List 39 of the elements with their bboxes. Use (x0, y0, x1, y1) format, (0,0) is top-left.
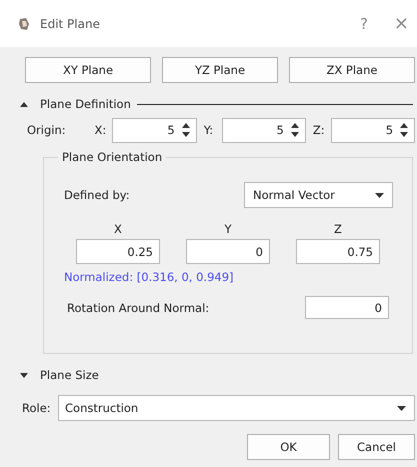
expand-arrow-icon[interactable] (19, 372, 29, 378)
field-label: Role: (22, 401, 52, 415)
spinner-arrows-icon (400, 122, 408, 138)
field-label: Defined by: (64, 188, 130, 202)
number-field[interactable]: 5 (112, 118, 197, 142)
dropdown-arrow-icon (397, 406, 406, 410)
number-field[interactable]: 5 (330, 118, 416, 142)
field-label: Origin: (27, 123, 67, 137)
field-label: Z: (312, 123, 326, 137)
spinner-arrows-icon (182, 122, 190, 138)
defined-by-dropdown[interactable]: Normal Vector (244, 182, 393, 208)
spinner-arrows-icon (290, 122, 299, 138)
field-label: Z (333, 222, 343, 238)
help-button[interactable]: ? (360, 14, 368, 32)
ok-button[interactable]: OK (247, 434, 330, 460)
field-label: Y: (202, 123, 214, 137)
number-field[interactable]: 0 (305, 296, 389, 319)
window-title: Edit Plane (40, 16, 100, 30)
number-field[interactable]: 5 (222, 118, 306, 142)
preset-button[interactable]: ZX Plane (289, 57, 415, 83)
cancel-button[interactable]: Cancel (338, 434, 415, 460)
dropdown-arrow-icon (375, 192, 384, 198)
collapse-arrow-icon[interactable] (19, 100, 29, 108)
field-label: Y (223, 222, 233, 238)
preset-button[interactable]: XY Plane (25, 57, 151, 83)
section-title[interactable]: Plane Definition (40, 97, 131, 111)
preset-button[interactable]: YZ Plane (162, 57, 278, 83)
section-title[interactable]: Plane Size (40, 368, 99, 382)
close-button[interactable]: × (394, 13, 409, 34)
app-icon (17, 16, 31, 30)
number-field[interactable]: 0 (186, 239, 270, 264)
role-dropdown[interactable]: Construction (58, 395, 415, 421)
normalized-text: Normalized: [0.316, 0, 0.949] (63, 270, 235, 284)
number-field[interactable]: 0.75 (296, 239, 380, 264)
number-field[interactable]: 0.25 (76, 239, 160, 264)
field-label: Rotation Around Normal: (67, 300, 210, 314)
field-label: X (113, 222, 123, 238)
group-title: Plane Orientation (58, 150, 166, 164)
field-label: X: (94, 123, 108, 137)
